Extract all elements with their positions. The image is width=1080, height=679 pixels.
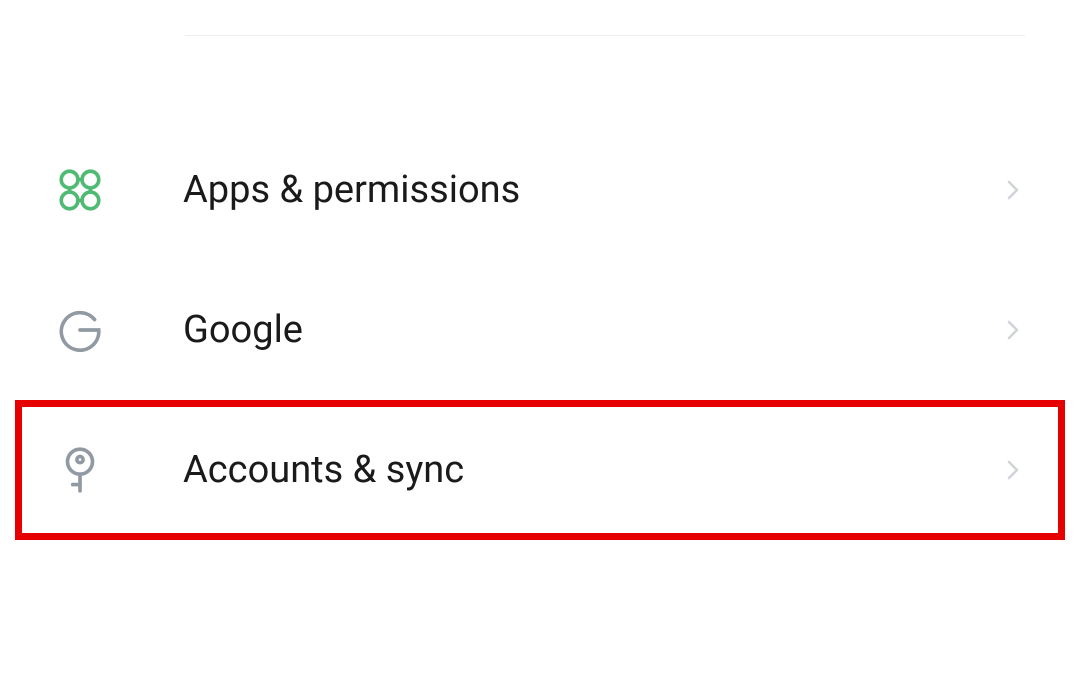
chevron-right-icon: [1001, 458, 1025, 482]
settings-item-google[interactable]: Google: [55, 260, 1025, 400]
divider: [185, 35, 1025, 36]
settings-item-label: Google: [183, 308, 1001, 352]
settings-item-label: Accounts & sync: [183, 448, 1001, 492]
chevron-right-icon: [1001, 318, 1025, 342]
settings-item-accounts-sync[interactable]: Accounts & sync: [15, 400, 1065, 540]
key-icon: [55, 445, 105, 495]
settings-item-label: Apps & permissions: [183, 168, 1001, 212]
chevron-right-icon: [1001, 178, 1025, 202]
google-icon: [55, 305, 105, 355]
apps-permissions-icon: [55, 165, 105, 215]
settings-item-apps-permissions[interactable]: Apps & permissions: [55, 120, 1025, 260]
settings-list: Apps & permissions Google: [0, 120, 1080, 540]
